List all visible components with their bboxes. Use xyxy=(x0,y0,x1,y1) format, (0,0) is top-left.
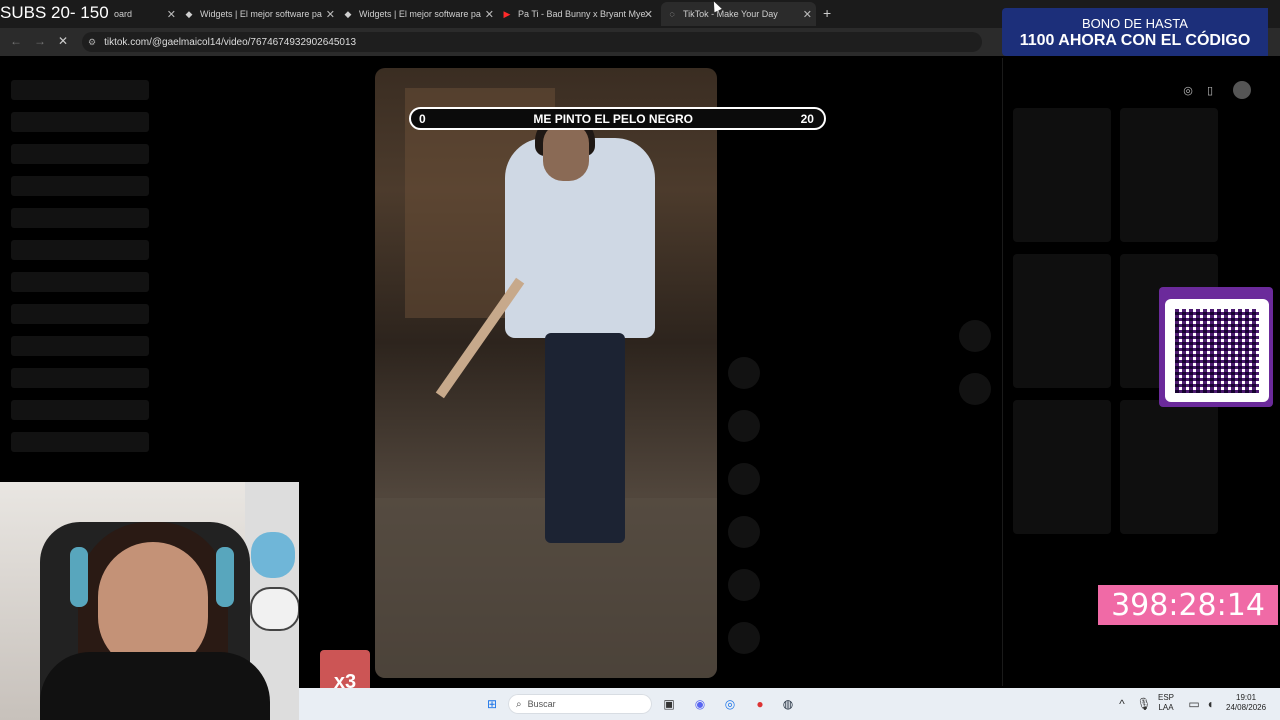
nav-button-skeleton[interactable] xyxy=(959,320,991,352)
phone-icon[interactable]: ▯ xyxy=(1202,82,1218,98)
tab-label: Widgets | El mejor software pa xyxy=(359,9,481,19)
clock-date: 24/08/2026 xyxy=(1226,703,1267,712)
discord-icon[interactable]: ◉ xyxy=(692,696,708,712)
tab-label: Pa Ti - Bad Bunny x Bryant Mye xyxy=(518,9,646,19)
clock[interactable]: 19:01 24/08/2026 xyxy=(1226,693,1266,713)
forward-icon[interactable]: → xyxy=(34,34,46,48)
webcam-scene xyxy=(40,652,270,720)
promo-line-2: 1100 AHORA CON EL CÓDIGO xyxy=(1019,32,1251,49)
action-button-skeleton[interactable] xyxy=(728,463,760,495)
sidebar-skeleton xyxy=(11,336,149,356)
tab-youtube[interactable]: ▶ Pa Ti - Bad Bunny x Bryant Mye ✕ xyxy=(502,2,657,26)
language-layout: LAA xyxy=(1158,703,1174,712)
microphone-icon[interactable]: 🎙 xyxy=(1136,696,1152,712)
subs-goal-overlay: SUBS 20- 150 xyxy=(0,3,113,23)
close-icon[interactable]: ✕ xyxy=(326,8,335,21)
youtube-icon: ▶ xyxy=(503,8,511,19)
stop-loading-icon[interactable]: ✕ xyxy=(58,34,68,48)
video-card-skeleton[interactable] xyxy=(1120,400,1218,534)
counter-right-value: 20 xyxy=(800,111,814,126)
url-text: tiktok.com/@gaelmaicol14/video/767467493… xyxy=(104,36,357,48)
sidebar-skeleton xyxy=(11,176,149,196)
close-icon[interactable]: ✕ xyxy=(803,8,812,21)
sidebar-skeleton xyxy=(11,368,149,388)
sidebar-skeleton xyxy=(11,80,149,100)
headset-icon xyxy=(70,547,88,607)
sidebar-skeleton xyxy=(11,432,149,452)
action-button-skeleton[interactable] xyxy=(728,357,760,389)
close-icon[interactable]: ✕ xyxy=(167,8,176,21)
qr-pattern xyxy=(1175,308,1259,393)
close-icon[interactable]: ✕ xyxy=(485,8,494,21)
action-button-skeleton[interactable] xyxy=(728,410,760,442)
language-indicator[interactable]: ESP LAA xyxy=(1158,693,1174,713)
task-view-icon[interactable]: ▣ xyxy=(661,696,677,712)
avatar[interactable] xyxy=(1233,81,1251,99)
close-icon[interactable]: ✕ xyxy=(644,8,653,21)
search-icon: ⌕ xyxy=(516,698,522,710)
qr-code xyxy=(1165,299,1269,402)
chrome-icon[interactable]: ◎ xyxy=(722,696,738,712)
sidebar-skeleton xyxy=(11,112,149,132)
counter-title: ME PINTO EL PELO NEGRO xyxy=(533,111,693,126)
action-button-skeleton[interactable] xyxy=(728,569,760,601)
webcam-scene xyxy=(251,532,295,578)
site-info-icon[interactable]: ⚙ xyxy=(88,37,96,48)
video-card-skeleton[interactable] xyxy=(1120,108,1218,242)
counter-left-value: 0 xyxy=(419,111,426,126)
panel-divider xyxy=(1002,58,1003,686)
network-icon[interactable]: ▭ xyxy=(1186,696,1202,712)
volume-icon[interactable]: ◖ xyxy=(1202,696,1218,712)
webcam-overlay xyxy=(0,482,299,720)
video-card-skeleton[interactable] xyxy=(1013,400,1111,534)
tab-label: Widgets | El mejor software pa xyxy=(200,9,322,19)
url-field[interactable]: ⚙ tiktok.com/@gaelmaicol14/video/7674674… xyxy=(82,32,982,52)
video-scene xyxy=(543,123,589,181)
action-button-skeleton[interactable] xyxy=(728,516,760,548)
tab-tiktok[interactable]: ◌ TikTok - Make Your Day ✕ xyxy=(661,2,816,26)
widget-icon: ◆ xyxy=(344,8,352,19)
nav-button-skeleton[interactable] xyxy=(959,373,991,405)
headset-icon xyxy=(216,547,234,607)
sidebar-skeleton xyxy=(11,272,149,292)
sidebar-skeleton xyxy=(11,304,149,324)
video-scene xyxy=(545,333,625,543)
sidebar-skeleton xyxy=(11,240,149,260)
tab-label: oard xyxy=(114,9,133,19)
tab-widgets-2[interactable]: ◆ Widgets | El mejor software pa ✕ xyxy=(343,2,498,26)
chevron-up-icon[interactable]: ^ xyxy=(1114,696,1130,712)
loading-spinner-icon: ◌ xyxy=(669,9,675,19)
tiktok-video[interactable] xyxy=(375,68,717,678)
sidebar-skeleton xyxy=(11,208,149,228)
webcam-scene xyxy=(250,587,299,631)
widget-icon: ◆ xyxy=(185,8,193,19)
search-placeholder: Buscar xyxy=(527,699,556,709)
language-code: ESP xyxy=(1158,693,1175,702)
subathon-timer: 398:28:14 xyxy=(1098,585,1278,625)
windows-start-icon[interactable]: ⊞ xyxy=(484,696,500,712)
video-card-skeleton[interactable] xyxy=(1013,108,1111,242)
steam-icon[interactable]: ◍ xyxy=(780,696,796,712)
new-tab-button[interactable]: + xyxy=(823,5,831,21)
sidebar-skeleton xyxy=(11,400,149,420)
app-icon[interactable]: ● xyxy=(752,696,768,712)
promo-line-1: BONO DE HASTA xyxy=(1082,16,1188,31)
challenge-counter: 0 ME PINTO EL PELO NEGRO 20 xyxy=(409,107,826,130)
taskbar-search[interactable]: ⌕ Buscar xyxy=(508,694,652,714)
sidebar-skeleton xyxy=(11,144,149,164)
promo-banner: BONO DE HASTA 1100 AHORA CON EL CÓDIGO xyxy=(1002,8,1268,56)
tab-label: TikTok - Make Your Day xyxy=(683,9,778,19)
clock-time: 19:01 xyxy=(1236,693,1257,702)
compass-icon[interactable]: ◎ xyxy=(1180,82,1196,98)
tab-widgets-1[interactable]: ◆ Widgets | El mejor software pa ✕ xyxy=(184,2,339,26)
action-button-skeleton[interactable] xyxy=(728,622,760,654)
video-card-skeleton[interactable] xyxy=(1013,254,1111,388)
back-icon[interactable]: ← xyxy=(10,34,22,48)
